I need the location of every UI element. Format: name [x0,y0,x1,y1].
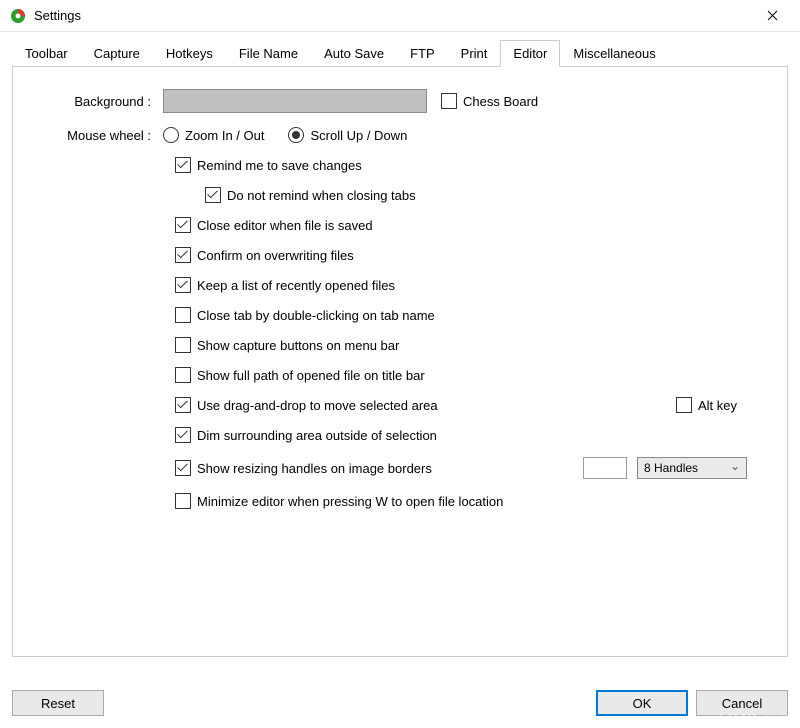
confirm-overwrite-checkbox[interactable] [175,247,191,263]
background-color-swatch[interactable] [163,89,427,113]
dim-surrounding-checkbox[interactable] [175,427,191,443]
show-full-path-checkbox[interactable] [175,367,191,383]
close-tab-dbl-label: Close tab by double-clicking on tab name [197,308,435,323]
tab-hotkeys[interactable]: Hotkeys [153,40,226,66]
tab-print[interactable]: Print [448,40,501,66]
tab-filename[interactable]: File Name [226,40,311,66]
show-capture-buttons-checkbox[interactable] [175,337,191,353]
handles-input[interactable] [583,457,627,479]
show-full-path-label: Show full path of opened file on title b… [197,368,425,383]
drag-drop-label: Use drag-and-drop to move selected area [197,398,438,413]
close-on-save-checkbox[interactable] [175,217,191,233]
tab-ftp[interactable]: FTP [397,40,448,66]
ok-button[interactable]: OK [596,690,688,716]
handles-combo-value: 8 Handles [644,461,698,475]
alt-key-label: Alt key [698,398,737,413]
tab-capture[interactable]: Capture [81,40,153,66]
alt-key-checkbox[interactable] [676,397,692,413]
keep-recent-checkbox[interactable] [175,277,191,293]
mousewheel-label: Mouse wheel : [33,128,163,143]
minimize-w-label: Minimize editor when pressing W to open … [197,494,503,509]
background-label: Background : [33,94,163,109]
chess-board-checkbox[interactable] [441,93,457,109]
window-title: Settings [34,8,754,23]
titlebar: Settings [0,0,800,32]
tab-editor[interactable]: Editor [500,40,560,67]
reset-button[interactable]: Reset [12,690,104,716]
tab-misc[interactable]: Miscellaneous [560,40,668,66]
dim-surrounding-label: Dim surrounding area outside of selectio… [197,428,437,443]
handles-combo[interactable]: 8 Handles [637,457,747,479]
close-button[interactable] [754,2,790,30]
mousewheel-zoom-label: Zoom In / Out [185,128,264,143]
no-remind-tabs-checkbox[interactable] [205,187,221,203]
show-handles-label: Show resizing handles on image borders [197,461,432,476]
mousewheel-scroll-radio[interactable] [288,127,304,143]
app-icon [10,8,26,24]
editor-panel: Background : Chess Board Mouse wheel : Z… [12,67,788,657]
cancel-button[interactable]: Cancel [696,690,788,716]
mousewheel-zoom-radio[interactable] [163,127,179,143]
close-icon [767,10,778,21]
drag-drop-checkbox[interactable] [175,397,191,413]
remind-save-checkbox[interactable] [175,157,191,173]
close-tab-dbl-checkbox[interactable] [175,307,191,323]
chess-board-label: Chess Board [463,94,538,109]
show-capture-buttons-label: Show capture buttons on menu bar [197,338,399,353]
show-handles-checkbox[interactable] [175,460,191,476]
mousewheel-scroll-label: Scroll Up / Down [310,128,407,143]
remind-save-label: Remind me to save changes [197,158,362,173]
no-remind-tabs-label: Do not remind when closing tabs [227,188,416,203]
minimize-w-checkbox[interactable] [175,493,191,509]
tabs: Toolbar Capture Hotkeys File Name Auto S… [12,40,788,67]
confirm-overwrite-label: Confirm on overwriting files [197,248,354,263]
tab-autosave[interactable]: Auto Save [311,40,397,66]
keep-recent-label: Keep a list of recently opened files [197,278,395,293]
close-on-save-label: Close editor when file is saved [197,218,373,233]
tab-toolbar[interactable]: Toolbar [12,40,81,66]
